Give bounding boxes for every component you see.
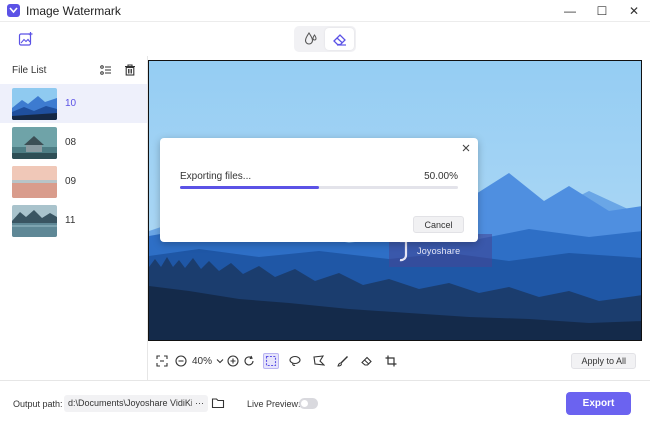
live-preview-label: Live Preview: xyxy=(247,399,301,409)
file-list-title: File List xyxy=(12,64,47,76)
trash-icon xyxy=(125,64,135,76)
export-progress-dialog: Exporting files... 50.00% Cancel xyxy=(160,138,478,242)
file-list-header: File List xyxy=(0,56,147,84)
crop-tool[interactable] xyxy=(383,353,399,369)
export-percent: 50.00% xyxy=(424,171,458,182)
eraser-tool[interactable] xyxy=(359,353,375,369)
cancel-button[interactable]: Cancel xyxy=(413,216,464,233)
file-list-item[interactable]: 08 xyxy=(0,123,147,162)
polygon-lasso-icon xyxy=(313,355,326,366)
apply-to-all-button[interactable]: Apply to All xyxy=(571,353,636,369)
thumbnail-mountains xyxy=(12,87,57,120)
add-watermark-mode-button[interactable] xyxy=(296,28,325,50)
window-title: Image Watermark xyxy=(26,3,121,18)
eraser-icon xyxy=(332,34,346,46)
file-name: 11 xyxy=(65,215,76,226)
zoom-level: 40% xyxy=(192,355,213,367)
droplet-icon xyxy=(304,32,317,45)
live-preview-toggle[interactable] xyxy=(299,398,318,409)
thumbnail-lake xyxy=(12,204,57,237)
zoom-out-icon xyxy=(175,355,187,367)
output-path-field[interactable]: d:\Documents\Joyoshare VidiKit\Im ··· xyxy=(64,395,208,412)
rotate-icon xyxy=(244,355,254,366)
mode-switch xyxy=(294,26,356,52)
file-list-panel: File List 10 08 09 11 xyxy=(0,56,148,380)
browse-more-button[interactable]: ··· xyxy=(192,398,204,409)
fit-screen-button[interactable] xyxy=(154,353,170,369)
app-logo-icon xyxy=(7,4,20,17)
polygon-tool[interactable] xyxy=(311,353,327,369)
thumbnail-beach xyxy=(12,165,57,198)
remove-watermark-mode-button[interactable] xyxy=(325,28,354,50)
edit-toolbar: 40% Apply to All xyxy=(148,345,650,377)
toggle-knob xyxy=(301,400,308,407)
zoom-dropdown[interactable] xyxy=(215,353,225,369)
export-status-text: Exporting files... xyxy=(180,171,252,182)
add-image-icon xyxy=(18,32,33,46)
progress-track xyxy=(180,186,458,189)
top-toolbar xyxy=(0,22,650,56)
zoom-out-button[interactable] xyxy=(173,353,189,369)
output-path-value: d:\Documents\Joyoshare VidiKit\Im xyxy=(68,398,192,408)
file-name: 09 xyxy=(65,176,77,187)
brush-tool[interactable] xyxy=(335,353,351,369)
delete-files-button[interactable] xyxy=(123,63,137,77)
close-icon xyxy=(462,144,470,152)
rectangle-select-icon xyxy=(265,355,277,367)
joyoshare-logo-icon xyxy=(399,239,408,261)
maximize-button[interactable]: ☐ xyxy=(586,0,618,22)
zoom-in-icon xyxy=(227,355,239,367)
dialog-close-button[interactable] xyxy=(460,142,472,154)
folder-icon xyxy=(211,398,225,409)
progress-fill xyxy=(180,186,319,189)
thumbnail-cabin xyxy=(12,126,57,159)
fit-screen-icon xyxy=(156,355,168,367)
rotate-button[interactable] xyxy=(241,353,257,369)
output-path-label: Output path: xyxy=(13,399,63,409)
watermark-text: Joyoshare xyxy=(417,245,461,256)
add-image-button[interactable] xyxy=(17,30,35,48)
select-all-button[interactable] xyxy=(99,63,113,77)
open-folder-button[interactable] xyxy=(211,396,225,410)
file-list-item[interactable]: 11 xyxy=(0,201,147,240)
file-list-item[interactable]: 09 xyxy=(0,162,147,201)
file-list-item[interactable]: 10 xyxy=(0,84,147,123)
rectangle-select-tool[interactable] xyxy=(263,353,280,369)
brush-icon xyxy=(337,356,349,367)
title-bar: Image Watermark — ☐ ✕ xyxy=(0,0,650,22)
zoom-in-button[interactable] xyxy=(225,353,241,369)
export-button[interactable]: Export xyxy=(566,392,631,415)
file-name: 08 xyxy=(65,137,77,148)
eraser-icon xyxy=(361,356,372,366)
minimize-button[interactable]: — xyxy=(554,0,586,22)
close-button[interactable]: ✕ xyxy=(618,0,650,22)
file-name: 10 xyxy=(65,98,77,109)
lasso-tool[interactable] xyxy=(287,353,303,369)
crop-icon xyxy=(385,355,397,367)
chevron-down-icon xyxy=(216,359,224,364)
list-check-icon xyxy=(100,65,111,75)
lasso-icon xyxy=(289,355,301,366)
footer-bar: Output path: d:\Documents\Joyoshare Vidi… xyxy=(0,380,650,429)
